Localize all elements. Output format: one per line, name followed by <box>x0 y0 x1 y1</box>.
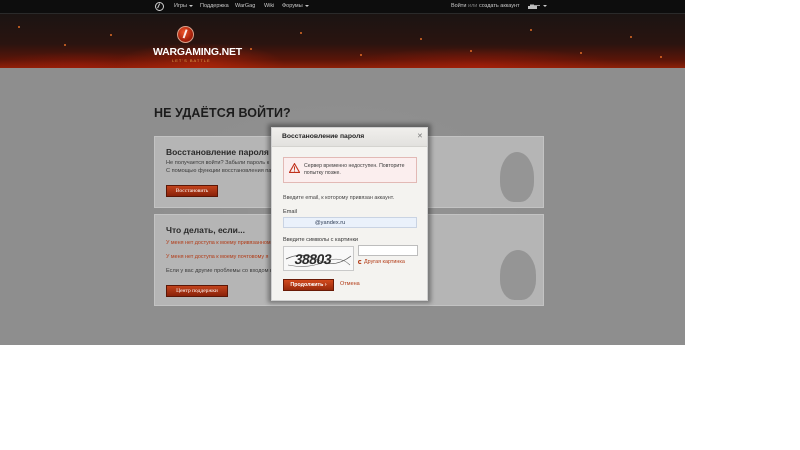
nav-item-wiki[interactable]: Wiki <box>264 3 274 10</box>
help-link-linked-email[interactable]: У меня нет доступа к моему привязанном <box>166 240 271 246</box>
login-link[interactable]: Войти <box>451 3 466 10</box>
nav-item-wargag[interactable]: WarGag <box>235 3 255 10</box>
refresh-captcha-link[interactable]: Другая картинка <box>358 259 405 265</box>
captcha-input[interactable] <box>358 245 418 256</box>
error-alert: Сервер временно недоступен. Повторите по… <box>283 157 417 183</box>
help-link-mailbox[interactable]: У меня нет доступа к моему почтовому я <box>166 254 268 260</box>
tank-icon[interactable] <box>527 3 541 10</box>
help-card-text: Если у вас другие проблемы со входом в <box>166 268 274 274</box>
chevron-down-icon <box>304 4 309 7</box>
region-dropdown[interactable] <box>541 3 547 10</box>
site-banner <box>0 14 685 68</box>
chevron-down-icon <box>188 4 193 7</box>
password-recovery-modal: Восстановление пароля ✕ Сервер временно … <box>271 127 428 301</box>
nav-item-support[interactable]: Поддержка <box>200 3 229 10</box>
alert-message: Сервер временно недоступен. Повторите по… <box>304 163 405 176</box>
recovery-card-title: Восстановление пароля <box>166 147 269 157</box>
support-center-button[interactable]: Центр поддержки <box>166 285 228 297</box>
email-field[interactable]: @yandex.ru <box>283 217 417 228</box>
wargaming-logo[interactable]: WARGAMING.NET <box>153 46 242 58</box>
email-instruction: Введите email, к которому привязан аккау… <box>283 195 395 201</box>
captcha-graphic: 38803 <box>285 251 352 267</box>
modal-header: Восстановление пароля ✕ <box>272 128 427 147</box>
help-card-title: Что делать, если... <box>166 225 245 235</box>
modal-title: Восстановление пароля <box>282 133 365 140</box>
wargaming-emblem-icon[interactable] <box>177 26 194 43</box>
captcha-text: 38803 <box>293 251 333 267</box>
top-navigation-bar: Игры Поддержка WarGag Wiki Форумы Войти … <box>0 0 685 14</box>
chevron-right-icon: › <box>324 282 327 288</box>
cancel-link[interactable]: Отмена <box>340 281 360 287</box>
recovery-card-text-2: С помощью функции восстановления паро <box>166 168 278 174</box>
recovery-card-text-1: Не получается войти? Забыли пароль к а <box>166 160 274 166</box>
lock-silhouette-icon <box>500 152 534 202</box>
nav-item-forums[interactable]: Форумы <box>282 3 309 10</box>
browser-viewport: Игры Поддержка WarGag Wiki Форумы Войти … <box>0 0 685 345</box>
wargaming-tagline: LET'S BATTLE <box>172 58 211 63</box>
person-silhouette-icon <box>500 250 536 300</box>
nav-item-games[interactable]: Игры <box>174 3 193 10</box>
login-separator: или <box>468 3 478 9</box>
register-link[interactable]: создать аккаунт <box>479 3 520 10</box>
wargaming-logo-icon[interactable] <box>155 2 164 11</box>
refresh-icon <box>358 259 362 264</box>
email-value: @yandex.ru <box>315 219 346 226</box>
captcha-image: 38803 <box>283 246 354 271</box>
recover-button[interactable]: Восстановить <box>166 185 218 197</box>
continue-button[interactable]: Продолжить › <box>283 279 334 291</box>
warning-icon <box>289 163 300 173</box>
chevron-down-icon <box>543 4 547 7</box>
email-label: Email <box>283 209 297 215</box>
close-icon[interactable]: ✕ <box>417 133 423 140</box>
captcha-label: Введите символы с картинки <box>283 237 359 243</box>
page-title: НЕ УДАЁТСЯ ВОЙТИ? <box>154 106 291 120</box>
